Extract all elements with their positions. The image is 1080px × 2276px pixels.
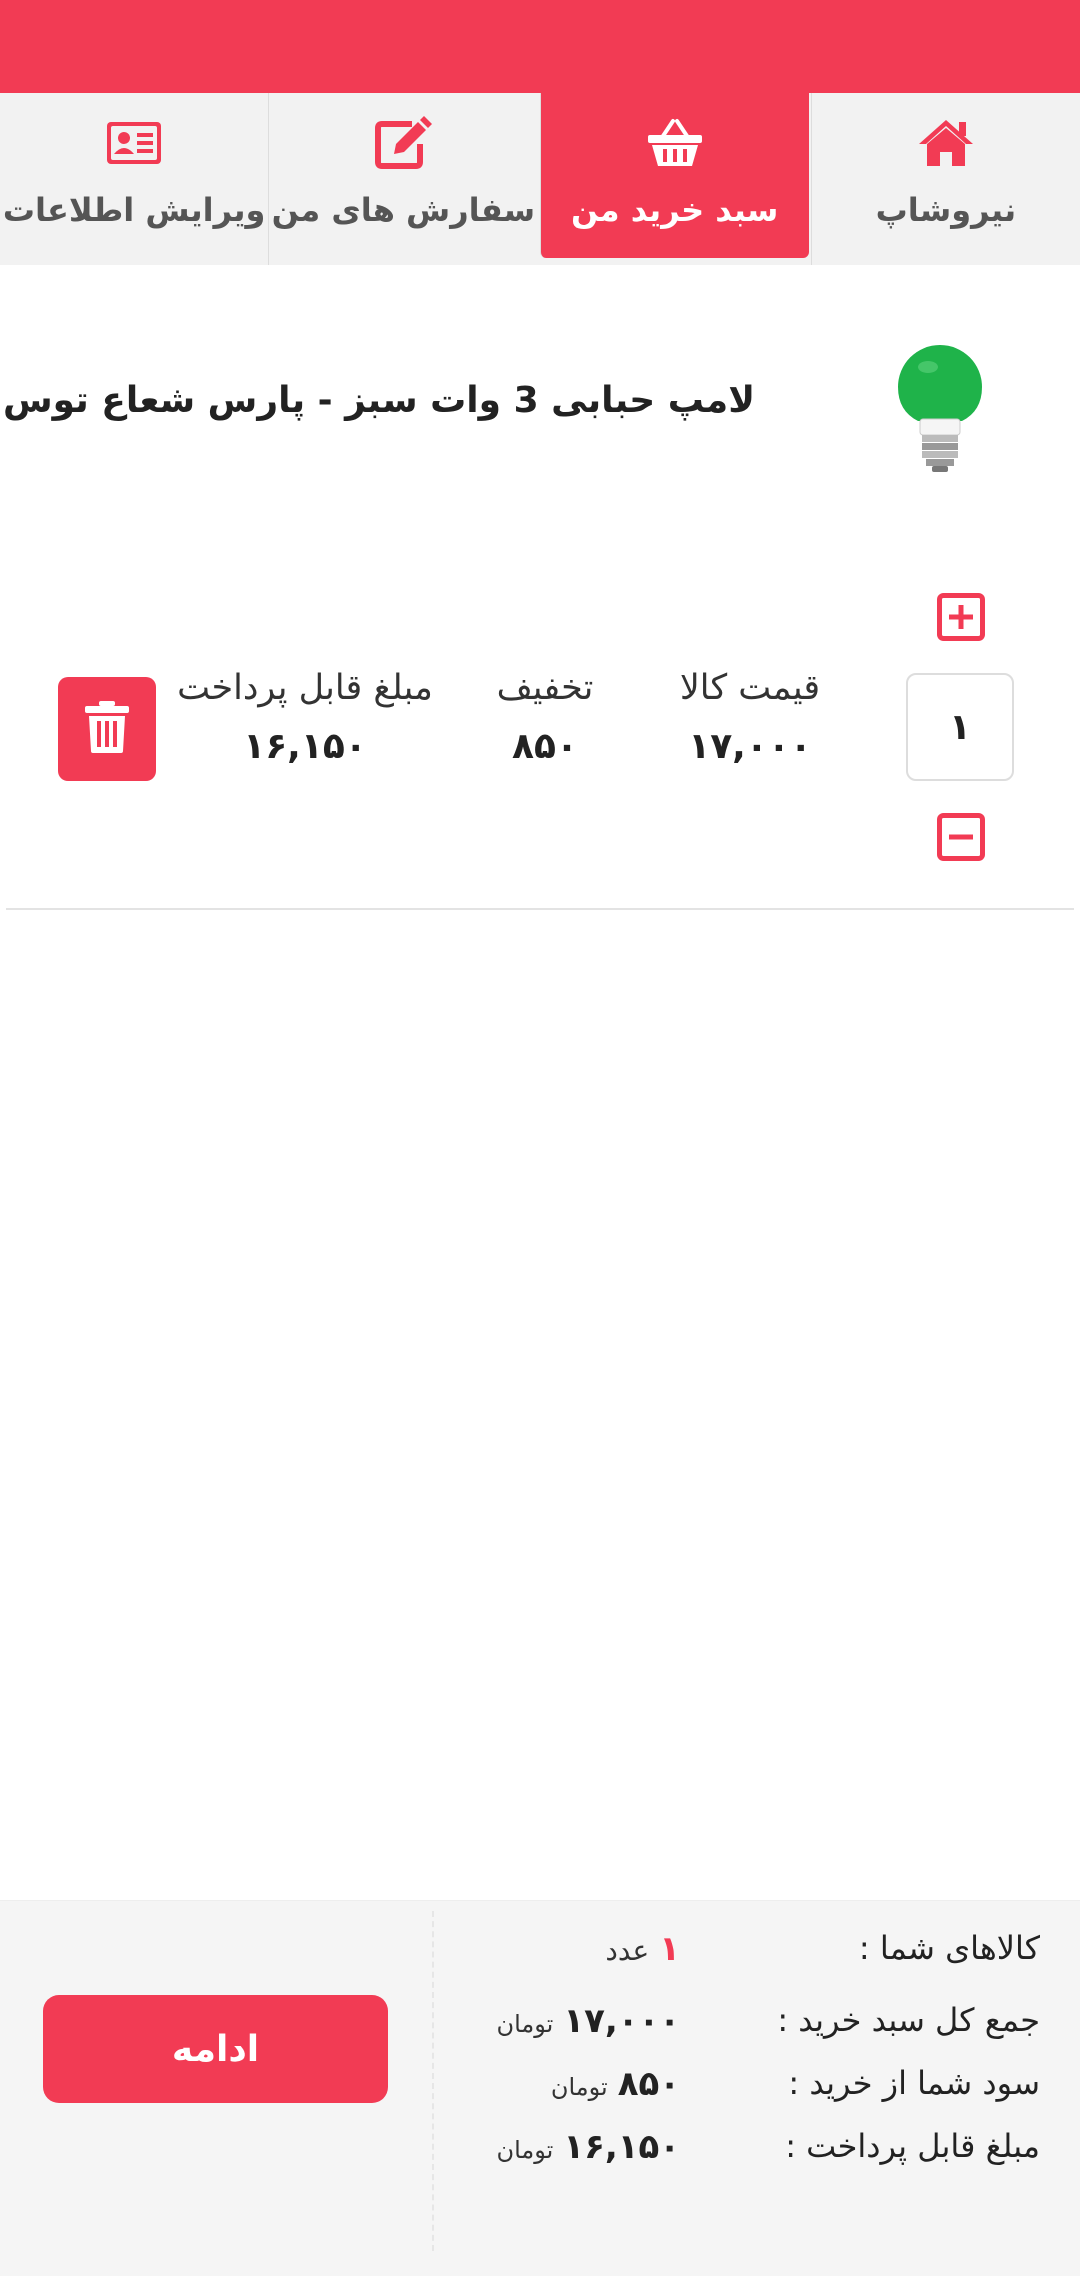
summary-payable-value: ۱۶,۱۵۰: [563, 2127, 680, 2167]
summary-profit-currency: تومان: [550, 2073, 608, 2101]
item-price-value: ۱۷,۰۰۰: [688, 726, 812, 767]
summary-payable-row: مبلغ قابل پرداخت : ۱۶,۱۵۰ تومان: [480, 2127, 1040, 2177]
item-payable: مبلغ قابل پرداخت ۱۶,۱۵۰: [165, 668, 445, 767]
summary-items-count: ۱: [659, 1929, 680, 1969]
tab-bar: نیروشاپ سبد خرید من سفارش های من ویرایش …: [0, 93, 1080, 265]
increase-quantity-button[interactable]: [937, 593, 985, 641]
summary-total-currency: تومان: [496, 2010, 554, 2038]
edit-icon: [373, 113, 433, 173]
summary-payable-label: مبلغ قابل پرداخت :: [785, 2127, 1040, 2165]
bulb-image[interactable]: [890, 345, 990, 475]
item-discount-value: ۸۵۰: [512, 726, 578, 767]
item-discount: تخفیف ۸۵۰: [465, 668, 625, 767]
tab-label: ویرایش اطلاعات: [2, 191, 266, 229]
tab-my-cart[interactable]: سبد خرید من: [539, 93, 809, 258]
summary-profit-row: سود شما از خرید : ۸۵۰ تومان: [480, 2064, 1040, 2114]
summary-profit-label: سود شما از خرید :: [788, 2064, 1040, 2102]
summary-profit-value: ۸۵۰: [617, 2064, 680, 2104]
delete-item-button[interactable]: [58, 677, 156, 781]
summary-total-label: جمع کل سبد خرید :: [777, 2001, 1040, 2039]
summary-items-label: کالاهای شما :: [858, 1929, 1040, 1967]
summary-payable-currency: تومان: [496, 2136, 554, 2164]
summary-separator: [432, 1911, 434, 2251]
item-divider: [6, 908, 1074, 910]
tab-my-orders[interactable]: سفارش های من: [268, 93, 537, 265]
item-price-label: قیمت کالا: [679, 668, 821, 708]
summary-total-value: ۱۷,۰۰۰: [563, 2001, 680, 2041]
tab-label: سفارش های من: [271, 191, 536, 229]
home-icon: [916, 113, 976, 173]
summary-total-row: جمع کل سبد خرید : ۱۷,۰۰۰ تومان: [480, 2001, 1040, 2051]
tab-niroushop[interactable]: نیروشاپ: [810, 93, 1080, 265]
top-bar: [0, 0, 1080, 93]
summary-items-row: کالاهای شما : ۱ عدد: [480, 1929, 1040, 1979]
tab-label: سبد خرید من: [570, 191, 779, 229]
item-discount-label: تخفیف: [496, 668, 594, 708]
product-title[interactable]: لامپ حبابی 3 وات سبز - پارس شعاع توس: [3, 380, 755, 421]
tab-edit-info[interactable]: ویرایش اطلاعات: [0, 93, 268, 265]
basket-icon: [645, 113, 705, 173]
quantity-input[interactable]: ۱: [906, 673, 1014, 781]
cart-item: لامپ حبابی 3 وات سبز - پارس شعاع توس: [0, 330, 1080, 490]
item-payable-value: ۱۶,۱۵۰: [243, 726, 367, 767]
item-payable-label: مبلغ قابل پرداخت: [177, 668, 433, 708]
decrease-quantity-button[interactable]: [937, 813, 985, 861]
summary-items-unit: عدد: [605, 1934, 650, 1967]
tab-label: نیروشاپ: [875, 191, 1017, 229]
id-card-icon: [104, 113, 164, 173]
continue-button[interactable]: ادامه: [43, 1995, 388, 2103]
trash-icon: [85, 701, 129, 757]
item-price: قیمت کالا ۱۷,۰۰۰: [660, 668, 840, 767]
